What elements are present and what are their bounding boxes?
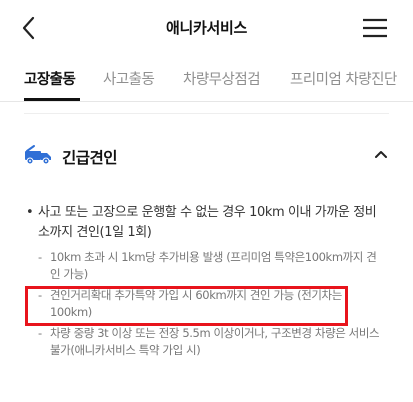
app-header: 애니카서비스: [0, 0, 413, 56]
list-item: - 10km 초과 시 1km당 추가비용 발생 (프리미엄 특약은100km까…: [38, 250, 377, 281]
active-tab-indicator: [24, 98, 80, 101]
tow-truck-icon: [25, 145, 51, 165]
list-item: - 차량 중량 3t 이상 또는 전장 5.5m 이상이거나, 구조변경 차량은…: [38, 326, 380, 357]
highlight-annotation-box: [25, 286, 348, 326]
menu-button[interactable]: [362, 18, 388, 38]
hamburger-menu-icon: [363, 18, 387, 38]
tab-accident[interactable]: 사고출동: [103, 68, 155, 89]
towing-accordion-header[interactable]: 긴급견인: [0, 130, 413, 178]
main-bullet-text: 사고 또는 고장으로 운행할 수 없는 경우 10km 이내 가까운 정비소까지…: [38, 205, 377, 240]
service-tabs: 고장출동 사고출동 차량무상점검 프리미엄 차량진단: [0, 56, 413, 102]
sub-item-text: 차량 중량 3t 이상 또는 전장 5.5m 이상이거나, 구조변경 차량은 서…: [50, 326, 380, 357]
accordion-body: • 사고 또는 고장으로 운행할 수 없는 경우 10km 이내 가까운 정비소…: [26, 203, 386, 363]
main-bullet: • 사고 또는 고장으로 운행할 수 없는 경우 10km 이내 가까운 정비소…: [26, 203, 386, 243]
tab-breakdown[interactable]: 고장출동: [24, 68, 76, 89]
tab-free-inspection[interactable]: 차량무상점검: [183, 68, 261, 89]
chevron-up-icon[interactable]: [374, 148, 388, 160]
accordion-title: 긴급견인: [62, 149, 118, 167]
tab-premium-diagnosis[interactable]: 프리미엄 차량진단: [290, 68, 397, 89]
sub-item-text: 10km 초과 시 1km당 추가비용 발생 (프리미엄 특약은100km까지 …: [50, 250, 377, 281]
bullet-dot: •: [26, 205, 34, 220]
section-divider: [24, 113, 389, 114]
page-title: 애니카서비스: [165, 19, 247, 37]
